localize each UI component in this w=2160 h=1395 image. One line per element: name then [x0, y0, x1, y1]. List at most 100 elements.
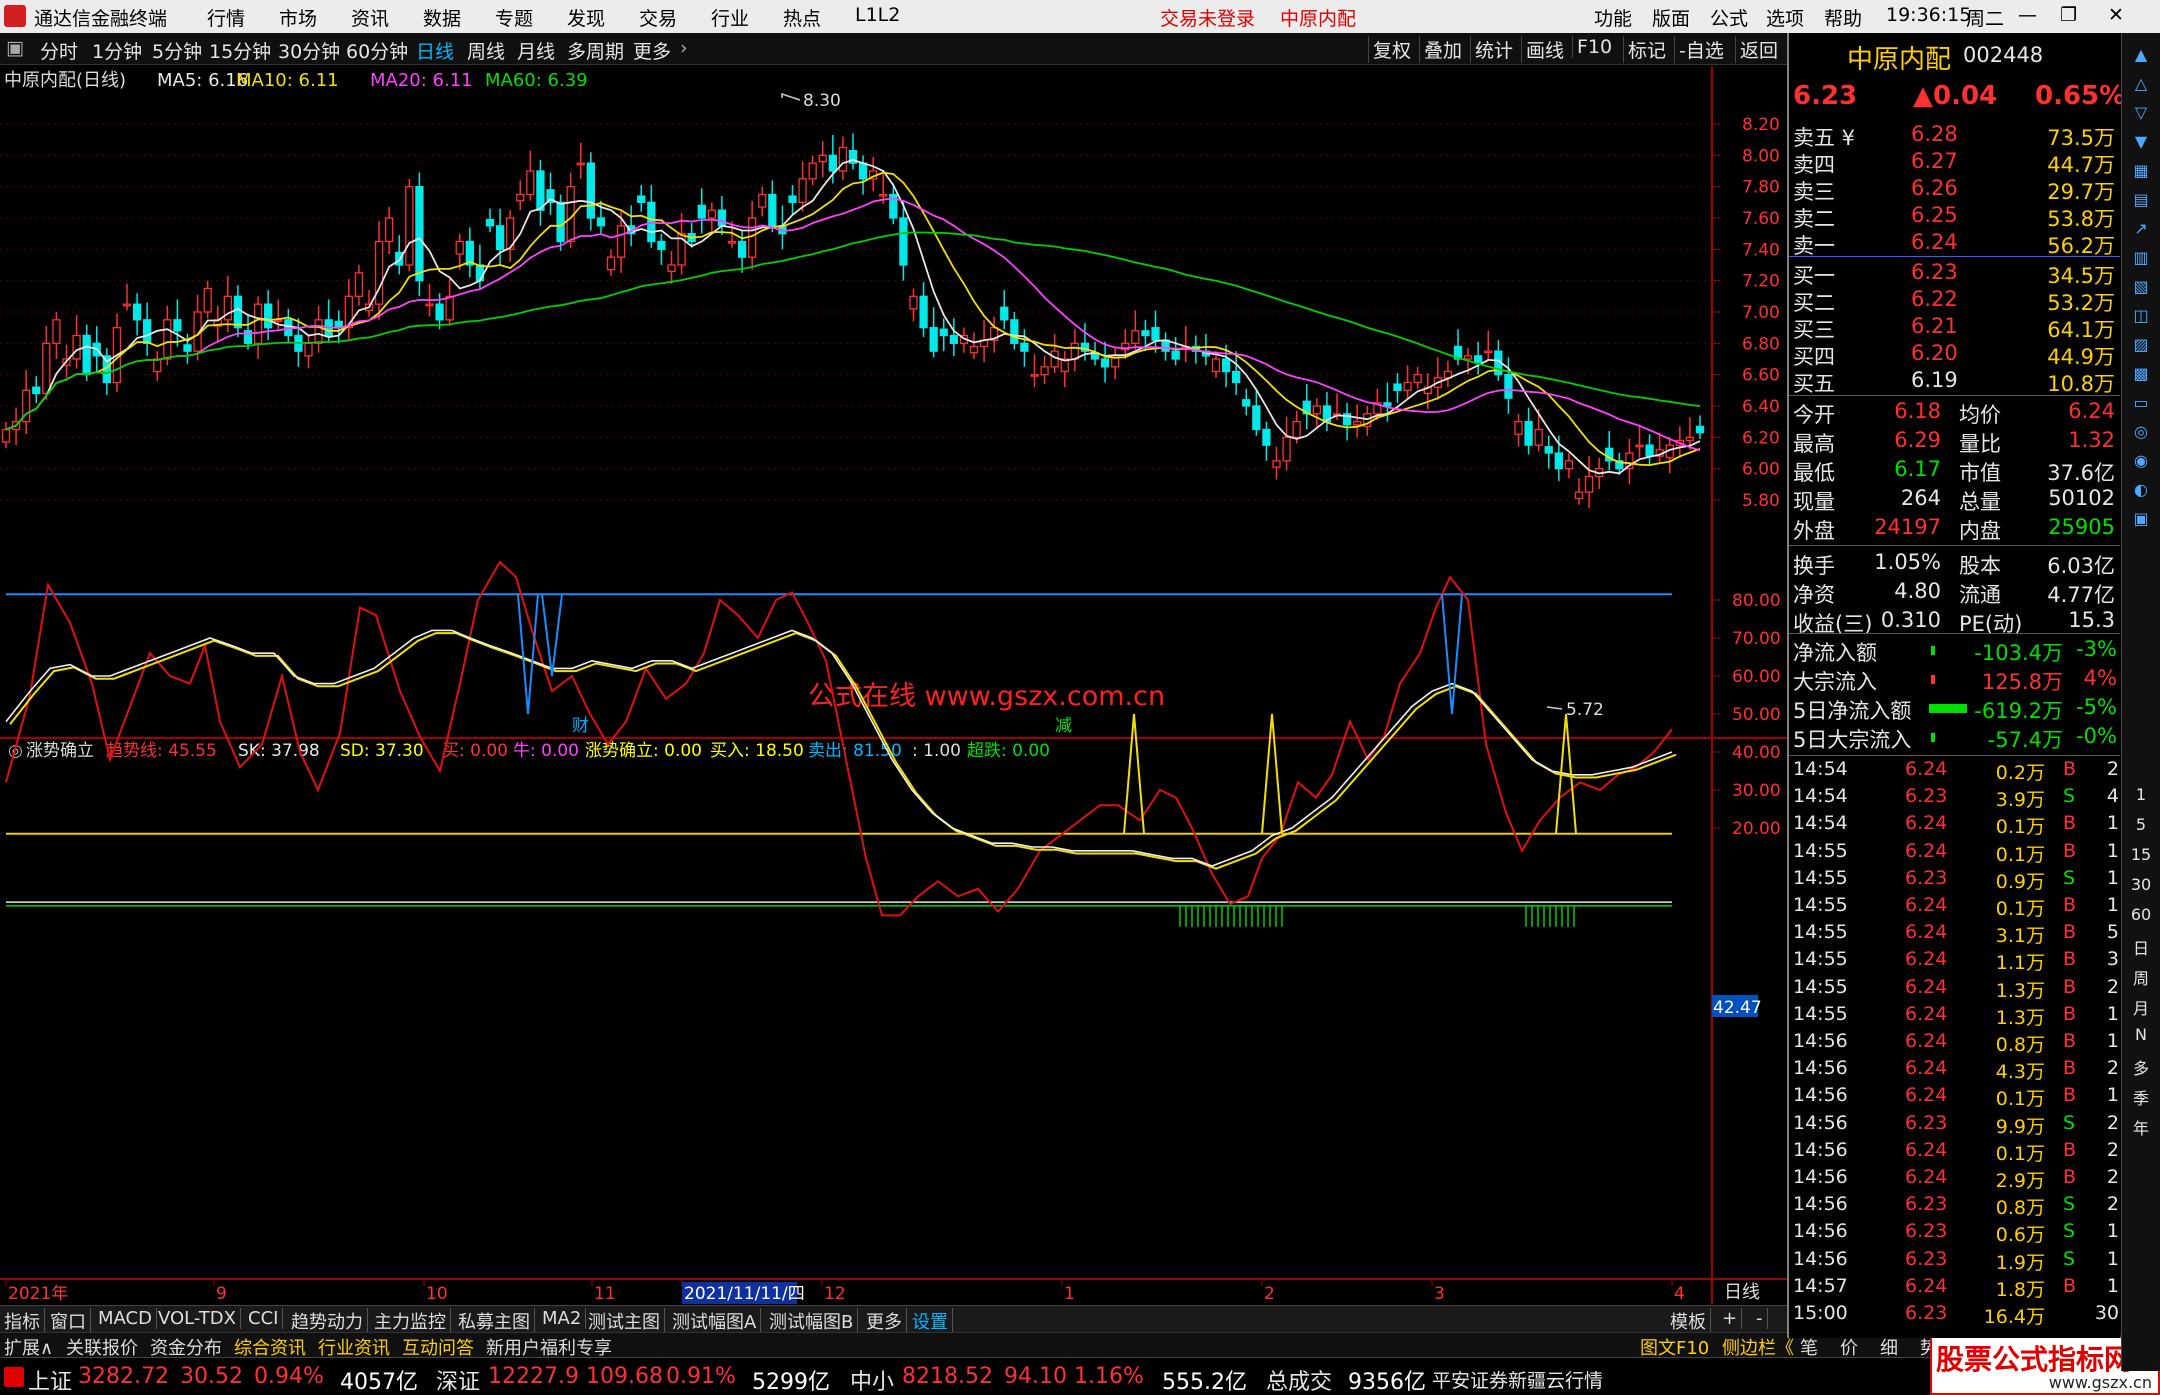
tab-yuexian[interactable]: 月线 [517, 37, 555, 64]
sidebar-tool-icon[interactable]: ↗ [2128, 219, 2154, 243]
tick-count: 1 [2106, 1220, 2119, 1243]
menu-redian[interactable]: 热点 [783, 4, 821, 31]
sidebar-period-0[interactable]: 1 [2128, 785, 2154, 809]
tab-qushidongli[interactable]: 趋势动力 [287, 1308, 368, 1334]
btn-fanhui[interactable]: 返回 [1735, 36, 1782, 63]
btn-minus[interactable]: - [1752, 1308, 1768, 1329]
tab-chuangkou[interactable]: 窗口 [46, 1308, 91, 1334]
candle-body [304, 342, 313, 357]
alert-icon[interactable] [4, 1367, 24, 1387]
tab-macd[interactable]: MACD [94, 1308, 157, 1329]
sidebar-tool-icon[interactable]: △ [2128, 74, 2154, 98]
sidebar-tool-icon[interactable]: ▭ [2128, 393, 2154, 417]
sidebar-tool-icon[interactable]: ▨ [2128, 335, 2154, 359]
tab-5min[interactable]: 5分钟 [152, 37, 202, 64]
menu-zhuanti[interactable]: 专题 [495, 4, 533, 31]
btn-tongji[interactable]: 统计 [1470, 36, 1517, 63]
menu-shichang[interactable]: 市场 [279, 4, 317, 31]
menu-xuanxiang[interactable]: 选项 [1766, 4, 1804, 31]
chart-area[interactable]: 中原内配(日线) MA5: 6.16 MA10: 6.11 MA20: 6.11… [0, 66, 1787, 1306]
tab-zhibiao[interactable]: 指标 [0, 1308, 45, 1334]
tab-1min[interactable]: 1分钟 [92, 37, 142, 64]
signal-spike [541, 594, 563, 677]
sidebar-tool-icon[interactable]: ▼ [2128, 132, 2154, 156]
sidebar-period-7[interactable]: 月 [2128, 995, 2154, 1019]
minimize-icon[interactable]: — [2018, 4, 2037, 26]
sidebar-tool-icon[interactable]: ▦ [2128, 161, 2154, 185]
tab-ceshizhutu[interactable]: 测试主图 [584, 1308, 665, 1334]
sidebar-tool-icon[interactable]: ▽ [2128, 103, 2154, 127]
menu-zixun[interactable]: 资讯 [351, 4, 389, 31]
sidebar-period-9[interactable]: 多 [2128, 1055, 2154, 1079]
tab-ma2[interactable]: MA2 [538, 1308, 587, 1329]
sidebar-tool-icon[interactable]: ▧ [2128, 277, 2154, 301]
sh-name[interactable]: 上证 [28, 1364, 72, 1395]
btn-fuquan[interactable]: 复权 [1368, 36, 1415, 63]
tab-vol-tdx[interactable]: VOL-TDX [154, 1308, 241, 1329]
tab-cci[interactable]: CCI [244, 1308, 284, 1329]
sidebar-period-8[interactable]: N [2128, 1025, 2154, 1049]
sidebar-period-11[interactable]: 年 [2128, 1115, 2154, 1139]
tab-60min[interactable]: 60分钟 [346, 37, 408, 64]
sidebar-period-4[interactable]: 60 [2128, 905, 2154, 929]
tab-ceshifutua[interactable]: 测试幅图A [668, 1308, 762, 1334]
tab-15min[interactable]: 15分钟 [209, 37, 271, 64]
btn-biaoji[interactable]: 标记 [1623, 36, 1670, 63]
ind-tick-label: 70.00 [1732, 629, 1781, 649]
btn-plus[interactable]: + [1718, 1308, 1743, 1329]
menu-shuju[interactable]: 数据 [423, 4, 461, 31]
menu-l1l2[interactable]: L1L2 [855, 4, 900, 26]
tab-rixian[interactable]: 日线 [416, 37, 454, 64]
btn-zixuan[interactable]: -自选 [1674, 36, 1728, 63]
menu-faxian[interactable]: 发现 [567, 4, 605, 31]
menu-gongshi[interactable]: 公式 [1710, 4, 1748, 31]
close-icon[interactable]: ✕ [2108, 4, 2124, 26]
btn-huaxian[interactable]: 画线 [1521, 36, 1568, 63]
tab-30min[interactable]: 30分钟 [278, 37, 340, 64]
sidebar-tool-icon[interactable]: ▲ [2128, 45, 2154, 69]
sidebar-tool-icon[interactable]: ▥ [2128, 248, 2154, 272]
tab-zhulijiankong[interactable]: 主力监控 [370, 1308, 451, 1334]
tab-gengduo[interactable]: 更多 [633, 37, 671, 64]
menu-hangqing[interactable]: 行情 [207, 4, 245, 31]
sidebar-tool-icon[interactable]: ▣ [2128, 509, 2154, 533]
sidebar-tool-icon[interactable]: ◉ [2128, 451, 2154, 475]
restore-icon[interactable]: ❐ [2060, 4, 2077, 26]
tick-volume: 4.3万 [1995, 1061, 2045, 1084]
trade-status[interactable]: 交易未登录 [1160, 4, 1255, 31]
sidebar-period-1[interactable]: 5 [2128, 815, 2154, 839]
tab-settings[interactable]: 设置 [908, 1308, 953, 1334]
btn-template[interactable]: 模板 [1666, 1308, 1711, 1334]
sidebar-tool-icon[interactable]: ▩ [2128, 364, 2154, 388]
tab-fenshi[interactable]: 分时 [40, 37, 78, 64]
btn-f10[interactable]: F10 [1572, 36, 1616, 58]
tab-more[interactable]: 更多 [862, 1308, 907, 1334]
menu-bangzhu[interactable]: 帮助 [1824, 4, 1862, 31]
sidebar-period-10[interactable]: 季 [2128, 1085, 2154, 1109]
sidebar-period-2[interactable]: 15 [2128, 845, 2154, 869]
chevron-right-icon[interactable]: › [680, 37, 688, 59]
tab-simuzhutu[interactable]: 私募主图 [454, 1308, 535, 1334]
sidebar-period-3[interactable]: 30 [2128, 875, 2154, 899]
menu-banmian[interactable]: 版面 [1652, 4, 1690, 31]
sidebar-tool-icon[interactable]: ▤ [2128, 190, 2154, 214]
panel-toggle-icon[interactable]: ▣ [6, 37, 24, 59]
sidebar-tool-icon[interactable]: ◎ [2128, 422, 2154, 446]
menu-jiaoyi[interactable]: 交易 [639, 4, 677, 31]
sidebar-tool-icon[interactable]: ◫ [2128, 306, 2154, 330]
menu-gongneng[interactable]: 功能 [1594, 4, 1632, 31]
sidebar-tool-icon[interactable]: ◐ [2128, 480, 2154, 504]
tab-duozhouqi[interactable]: 多周期 [567, 37, 624, 64]
sidebar-period-5[interactable]: 日 [2128, 935, 2154, 959]
stat-label: 市值 [1959, 461, 2001, 485]
tab-ceshifutub[interactable]: 测试幅图B [765, 1308, 859, 1334]
candle-body [354, 272, 364, 297]
menu-hangye[interactable]: 行业 [711, 4, 749, 31]
sidebar-period-6[interactable]: 周 [2128, 965, 2154, 989]
price-axis: 8.20 8.00 7.80 7.60 7.40 7.20 7.00 6.80 6.60 6.40… [1712, 115, 1780, 511]
sz-name[interactable]: 深证 [436, 1364, 480, 1395]
btn-diejia[interactable]: 叠加 [1419, 36, 1466, 63]
tab-zhouxian[interactable]: 周线 [467, 37, 505, 64]
tick-price: 6.23 [1905, 1111, 1948, 1134]
zx-name[interactable]: 中小 [850, 1364, 894, 1395]
